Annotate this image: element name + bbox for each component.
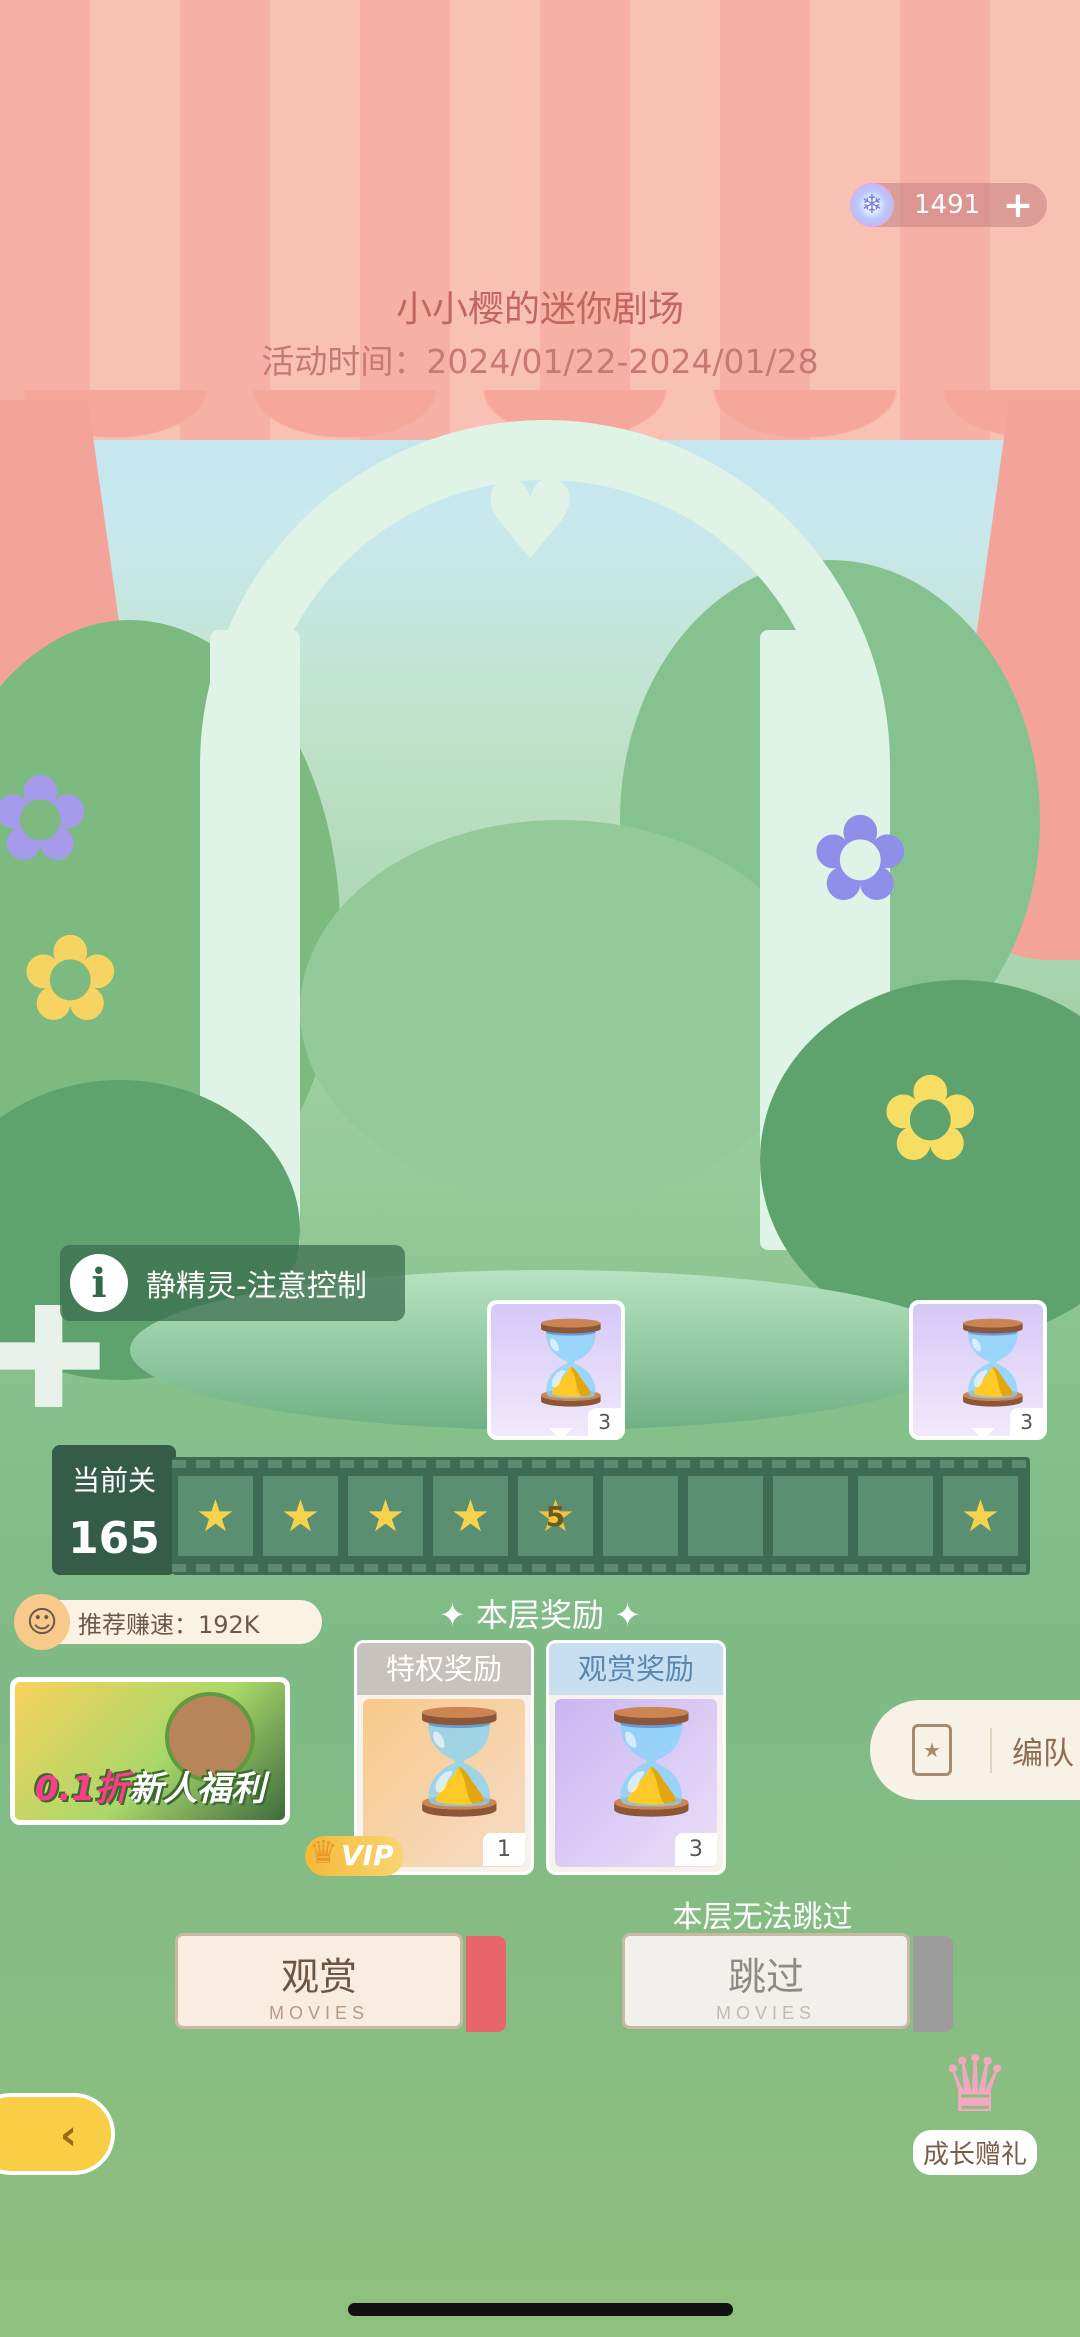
film-strip: ★ ★ ★ ★ ★ 5 ★ (172, 1457, 1030, 1575)
stage-cell: ★ (943, 1476, 1018, 1556)
ticket-stub (466, 1936, 506, 2032)
stage-cell (773, 1476, 848, 1556)
current-level-number: 165 (68, 1513, 160, 1564)
team-button[interactable]: ★ 编队 (870, 1700, 1080, 1800)
reward-count: 1 (483, 1833, 525, 1866)
star-icon: ★ (960, 1490, 1001, 1542)
card-icon: ★ (912, 1724, 952, 1776)
current-stage-cell: ★ 5 (518, 1476, 593, 1556)
hourglass-icon: ⌛ (397, 1703, 522, 1820)
team-button-label: 编队 (990, 1727, 1074, 1773)
skip-button[interactable]: 跳过 MOVIES (622, 1933, 953, 2032)
star-icon: ★ (280, 1490, 321, 1542)
currency-amount: 1491 (914, 190, 981, 220)
stage-cell: ★ (178, 1476, 253, 1556)
event-title: 小小樱的迷你剧场 (395, 289, 684, 330)
star-icon: ★ (365, 1490, 406, 1542)
promo-discount: 0.1折 (34, 1769, 130, 1809)
yellow-flower-icon: ✿ (20, 910, 121, 1049)
newcomer-promo-banner[interactable]: 0.1折新人福利 (10, 1677, 290, 1825)
hourglass-icon: ⌛ (943, 1316, 1043, 1409)
current-stage-number: 5 (545, 1499, 566, 1533)
growth-gift-label: 成长赠礼 (912, 2130, 1037, 2175)
watch-button[interactable]: 观赏 MOVIES (175, 1933, 506, 2032)
reward-count: 3 (588, 1408, 621, 1436)
stage-cell (688, 1476, 763, 1556)
skip-button-label: 跳过 (727, 1955, 804, 1999)
current-level-label: 当前关 (71, 1464, 156, 1497)
watch-button-sublabel: MOVIES (268, 2003, 369, 2023)
stage-cell (603, 1476, 678, 1556)
yellow-flower-icon: ✿ (880, 1050, 981, 1189)
gift-cake-icon: ♛ (940, 2040, 1010, 2130)
back-button[interactable]: ‹ (0, 2093, 115, 2175)
stage-cell: ★ (263, 1476, 338, 1556)
star-icon: ★ (195, 1490, 236, 1542)
ticket-stub (913, 1936, 953, 2032)
info-icon: i (70, 1254, 128, 1312)
add-currency-icon[interactable]: + (1003, 185, 1033, 226)
stage-reward-preview[interactable]: ⌛ 3 (487, 1300, 625, 1440)
watch-reward-card[interactable]: 观赏奖励 ⌛ 3 (546, 1640, 726, 1875)
watch-button-label: 观赏 (280, 1955, 357, 1999)
purple-flower-icon: ✿ (0, 750, 91, 889)
skip-button-sublabel: MOVIES (715, 2003, 816, 2023)
hourglass-icon: ⌛ (521, 1316, 621, 1409)
cannot-skip-note: 本层无法跳过 (672, 1900, 853, 1935)
heart-ornament: ♥ (480, 456, 580, 584)
star-icon: ★ (450, 1490, 491, 1542)
stage-reward-preview[interactable]: ⌛ 3 (909, 1300, 1047, 1440)
stage-cell: ★ (348, 1476, 423, 1556)
event-time: 活动时间：2024/01/22-2024/01/28 (261, 342, 819, 381)
growth-gift-button[interactable]: ♛ 成长赠礼 (905, 2040, 1045, 2175)
reward-count: 3 (1010, 1408, 1043, 1436)
promo-label: 新人福利 (129, 1769, 266, 1809)
level-progress: 当前关 165 ★ ★ ★ ★ ★ 5 ★ (52, 1445, 1030, 1575)
currency-pill[interactable]: ❄ 1491 + (850, 183, 1047, 227)
reward-count: 3 (675, 1833, 717, 1866)
privilege-reward-label: 特权奖励 (357, 1643, 531, 1695)
vip-badge: VIP (305, 1832, 404, 1876)
purple-flower-icon: ✿ (810, 790, 911, 929)
home-indicator (348, 2303, 733, 2316)
stage-cell (858, 1476, 933, 1556)
floor-rewards-title: ✦ 本层奖励 ✦ (439, 1596, 641, 1634)
promo-text: 0.1折新人福利 (15, 1761, 285, 1810)
level-hint[interactable]: i 静精灵-注意控制 (60, 1245, 405, 1321)
gem-icon: ❄ (850, 183, 894, 227)
current-level-box: 当前关 165 (52, 1445, 176, 1575)
stage-cell: ★ (433, 1476, 508, 1556)
hourglass-icon: ⌛ (589, 1703, 714, 1820)
hint-text: 静精灵-注意控制 (146, 1269, 367, 1304)
back-arrow-icon: ‹ (59, 2109, 77, 2159)
watch-reward-label: 观赏奖励 (549, 1643, 723, 1695)
